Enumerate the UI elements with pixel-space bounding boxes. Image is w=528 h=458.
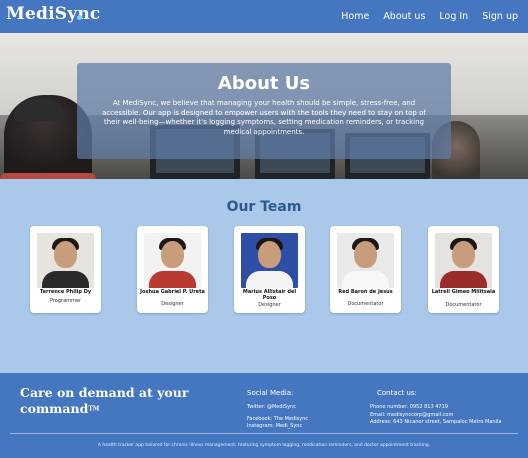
footer-note: A health tracker app tailored for chroni… bbox=[97, 443, 431, 448]
nav-links: Home About us Log In Sign up bbox=[341, 11, 518, 22]
social-media-section: Social Media: Twitter: @MediSync Faceboo… bbox=[247, 389, 308, 431]
about-title: About Us bbox=[217, 73, 311, 94]
team-section: Our Team Terrence Philip Dy Programmer J… bbox=[0, 179, 528, 373]
nav-signup-link[interactable]: Sign up bbox=[482, 11, 518, 22]
navbar: MediSync Home About us Log In Sign up bbox=[0, 0, 528, 33]
member-photo bbox=[337, 233, 394, 288]
contact-section: Contact us: Phone number: 0952 813 4719 … bbox=[370, 389, 501, 427]
member-role: Documentator bbox=[445, 302, 482, 308]
trademark-mark: TM bbox=[88, 405, 100, 413]
nav-about-link[interactable]: About us bbox=[383, 11, 425, 22]
contact-email[interactable]: Email: medisynccorp@gmail.com bbox=[370, 412, 501, 420]
team-card: Latrell Gimeo Militsala Documentator bbox=[428, 226, 499, 313]
footer-tagline: Care on demand at your commandTM bbox=[20, 385, 200, 418]
about-box: About Us At MediSync, we believe that ma… bbox=[77, 63, 451, 159]
footer-tagline-text: Care on demand at your command bbox=[20, 385, 189, 416]
social-twitter[interactable]: Twitter: @MediSync bbox=[247, 404, 308, 412]
social-instagram[interactable]: Instagram: Medi_Sync bbox=[247, 423, 308, 431]
logo[interactable]: MediSync bbox=[6, 4, 100, 24]
contact-title: Contact us: bbox=[377, 389, 417, 397]
social-facebook[interactable]: Facebook: The Medisync bbox=[247, 416, 308, 424]
member-name: Red Baron de Jesus bbox=[338, 289, 393, 295]
social-media-title: Social Media: bbox=[247, 389, 294, 397]
team-card: Joshua Gabriel P. Ureta Designer bbox=[137, 226, 208, 313]
logo-dot-icon bbox=[77, 15, 82, 20]
team-card: Red Baron de Jesus Documentator bbox=[330, 226, 401, 313]
member-photo bbox=[435, 233, 492, 288]
member-photo bbox=[144, 233, 201, 288]
hero-banner: About Us At MediSync, we believe that ma… bbox=[0, 33, 528, 179]
about-text: At MediSync, we believe that managing yo… bbox=[102, 99, 426, 136]
member-name: Joshua Gabriel P. Ureta bbox=[140, 289, 205, 295]
member-role: Designer bbox=[258, 302, 281, 308]
team-card: Marius Allistair del Poso Designer bbox=[234, 226, 305, 313]
member-name: Latrell Gimeo Militsala bbox=[431, 289, 496, 295]
footer-divider bbox=[10, 433, 518, 434]
nav-home-link[interactable]: Home bbox=[341, 11, 369, 22]
member-role: Designer bbox=[161, 301, 184, 307]
member-role: Programmer bbox=[49, 298, 82, 304]
team-title: Our Team bbox=[226, 199, 302, 215]
footer: Care on demand at your commandTM Social … bbox=[0, 373, 528, 458]
member-name: Terrence Philip Dy bbox=[39, 289, 92, 295]
member-name: Marius Allistair del Poso bbox=[242, 289, 297, 301]
nav-login-link[interactable]: Log In bbox=[439, 11, 468, 22]
member-photo bbox=[241, 233, 298, 288]
hero-cap-image bbox=[14, 99, 64, 121]
team-card: Terrence Philip Dy Programmer bbox=[30, 226, 101, 313]
contact-phone: Phone number: 0952 813 4719 bbox=[370, 404, 448, 410]
member-role: Documentator bbox=[347, 301, 384, 307]
member-photo bbox=[37, 233, 94, 288]
contact-address: Address: 643 Nicanor street, Sampaloc Me… bbox=[370, 419, 502, 425]
